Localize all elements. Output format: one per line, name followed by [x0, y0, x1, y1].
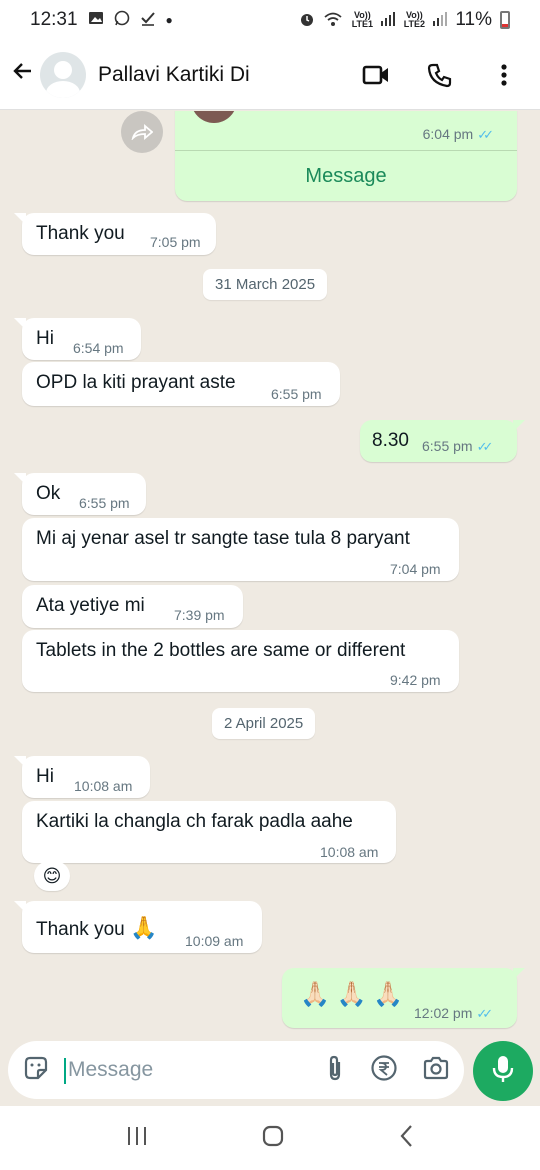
message-bubble[interactable]: Mi aj yenar asel tr sangte tase tula 8 p…: [22, 518, 459, 581]
message-bubble[interactable]: Hi 10:08 am: [14, 756, 150, 798]
message-text: Kartiki la changla ch farak padla aahe: [36, 811, 353, 832]
message-time: 10:09 am: [185, 933, 244, 949]
date-separator: 31 March 2025: [203, 269, 328, 300]
message-time: 12:02 pm ✓✓: [414, 1005, 493, 1021]
camera-icon[interactable]: [422, 1055, 450, 1086]
message-time: 6:04 pm ✓✓: [422, 126, 494, 142]
mic-icon: [491, 1054, 515, 1089]
phone-icon[interactable]: [422, 57, 458, 93]
rupee-payment-icon[interactable]: [370, 1054, 398, 1087]
message-time: 7:04 pm: [390, 561, 441, 577]
date-separator: 2 April 2025: [212, 708, 316, 739]
battery-icon: [500, 11, 510, 29]
message-bubble[interactable]: Ok 6:55 pm: [14, 473, 146, 515]
message-time: 10:08 am: [74, 778, 133, 794]
message-text: Hi: [36, 328, 54, 349]
gallery-icon: [88, 10, 104, 31]
signal-icon: [381, 11, 396, 29]
message-text: Tablets in the 2 bottles are same or dif…: [36, 640, 406, 661]
message-bubble[interactable]: Thank you 7:05 pm: [14, 213, 216, 255]
read-tick-icon: ✓✓: [476, 1006, 493, 1021]
recent-apps-icon[interactable]: [126, 1125, 148, 1152]
signal-icon: [433, 11, 448, 29]
message-bubble[interactable]: Kartiki la changla ch farak padla aahe 1…: [22, 801, 396, 863]
attach-icon[interactable]: [324, 1054, 346, 1087]
chat-header: Pallavi Kartiki Di: [0, 40, 540, 110]
message-time: 6:55 pm: [271, 386, 322, 402]
message-time: 7:39 pm: [174, 607, 225, 623]
sticker-icon[interactable]: [22, 1054, 50, 1087]
message-bubble[interactable]: OPD la kiti prayant aste 6:55 pm: [22, 362, 340, 406]
message-input[interactable]: Message: [64, 1058, 324, 1084]
dot-icon: ●: [165, 13, 173, 27]
check-icon: [140, 10, 156, 31]
message-bubble[interactable]: 8.30 6:55 pm ✓✓: [360, 420, 525, 462]
back-arrow-icon[interactable]: [8, 59, 38, 90]
contact-card-message[interactable]: 6:04 pm ✓✓ Message: [175, 111, 517, 201]
message-bubble[interactable]: Hi 6:54 pm: [14, 318, 141, 360]
back-nav-icon[interactable]: [398, 1124, 414, 1153]
message-time: 6:55 pm: [79, 495, 130, 511]
mic-button[interactable]: [473, 1041, 533, 1101]
message-text: 8.30: [372, 430, 409, 451]
whatsapp-icon: [114, 10, 130, 31]
reaction-emoji[interactable]: 😊: [34, 861, 70, 891]
video-call-icon[interactable]: [358, 57, 394, 93]
message-text: Thank you: [36, 223, 125, 244]
message-bubble[interactable]: Thank you 🙏 10:09 am: [14, 901, 262, 953]
battery-percent: 11%: [455, 9, 492, 30]
status-bar: 12:31 ● Vo)) LTE1 Vo)) LTE2 11%: [0, 0, 540, 40]
forward-icon[interactable]: [121, 111, 163, 153]
avatar[interactable]: [40, 51, 86, 98]
message-time: 6:54 pm: [73, 340, 124, 356]
message-text: Hi: [36, 766, 54, 787]
message-text: Ok: [36, 483, 61, 504]
wifi-icon: [323, 11, 343, 30]
more-vert-icon[interactable]: [486, 57, 522, 93]
message-text: OPD la kiti prayant aste: [36, 372, 236, 393]
message-time: 9:42 pm: [390, 672, 441, 688]
chat-area[interactable]: 6:04 pm ✓✓ Message Thank you 7:05 pm 31 M…: [0, 111, 540, 1036]
card-message-button[interactable]: Message: [175, 151, 517, 201]
message-composer: Message: [8, 1041, 464, 1099]
message-text: 🙏🏻 🙏🏻 🙏🏻: [300, 981, 403, 1008]
message-time: 7:05 pm: [150, 234, 201, 250]
system-nav-bar: [0, 1106, 540, 1170]
message-text: Thank you 🙏: [36, 915, 158, 940]
contact-name[interactable]: Pallavi Kartiki Di: [98, 63, 250, 87]
message-text: Mi aj yenar asel tr sangte tase tula 8 p…: [36, 528, 410, 549]
message-text: Ata yetiye mi: [36, 595, 145, 616]
message-time: 10:08 am: [320, 844, 379, 860]
message-time: 6:55 pm ✓✓: [422, 438, 494, 454]
alarm-icon: [299, 11, 315, 30]
message-bubble[interactable]: 🙏🏻 🙏🏻 🙏🏻 12:02 pm ✓✓: [282, 968, 525, 1028]
read-tick-icon: ✓✓: [477, 127, 494, 142]
sim2-label: Vo)) LTE2: [403, 10, 426, 29]
message-bubble[interactable]: Ata yetiye mi 7:39 pm: [22, 585, 243, 628]
message-bubble[interactable]: Tablets in the 2 bottles are same or dif…: [22, 630, 459, 692]
folded-hands-emoji: 🙏: [130, 915, 158, 940]
sim1-label: Vo)) LTE1: [351, 10, 374, 29]
contact-photo: [191, 111, 237, 123]
status-time: 12:31: [30, 9, 78, 30]
home-icon[interactable]: [261, 1124, 285, 1153]
read-tick-icon: ✓✓: [476, 439, 494, 454]
